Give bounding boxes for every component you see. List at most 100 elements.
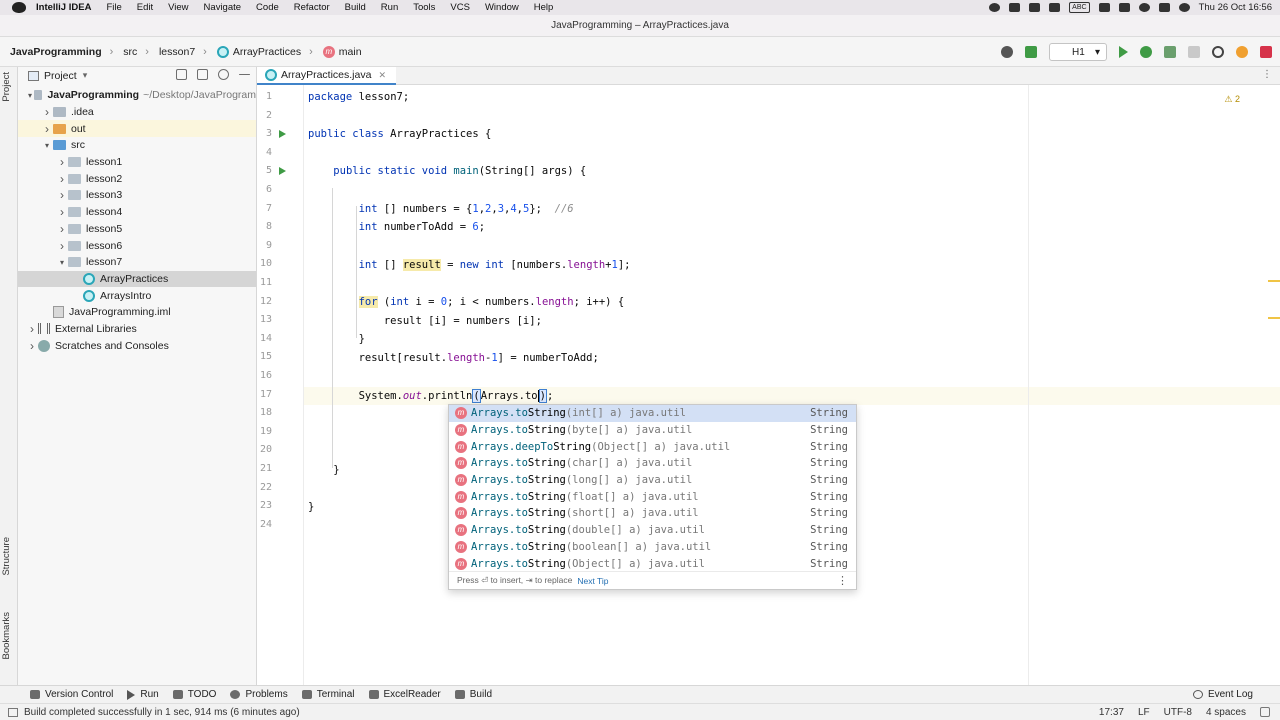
warnings-indicator[interactable]: ⚠ 2 <box>1224 94 1240 105</box>
menu-help[interactable]: Help <box>534 2 554 13</box>
menu-build[interactable]: Build <box>345 2 366 13</box>
lock-icon[interactable] <box>1260 707 1270 717</box>
spotlight-icon[interactable] <box>1138 3 1150 12</box>
tab-array-practices[interactable]: ArrayPractices.java ✕ <box>257 67 396 85</box>
status-message[interactable]: Build completed successfully in 1 sec, 9… <box>8 707 300 718</box>
breadcrumb-project[interactable]: JavaProgramming <box>10 46 102 58</box>
tree-item[interactable]: › lesson5 <box>18 221 256 238</box>
apple-icon[interactable] <box>12 2 26 13</box>
coverage-icon[interactable] <box>1164 46 1176 58</box>
warning-mark[interactable] <box>1268 317 1280 319</box>
control-center-icon[interactable] <box>1158 3 1170 12</box>
next-tip-link[interactable]: Next Tip <box>577 576 608 586</box>
bluetooth-icon[interactable] <box>1098 3 1110 12</box>
breadcrumb-method[interactable]: m main <box>322 45 362 58</box>
tool-excel-reader[interactable]: ExcelReader <box>368 689 441 700</box>
code-editor[interactable]: package lesson7; public class ArrayPract… <box>304 85 1280 685</box>
chevron-right-icon[interactable]: › <box>56 239 68 253</box>
tree-item[interactable]: › External Libraries <box>18 321 256 338</box>
user-icon[interactable] <box>1001 46 1013 58</box>
breadcrumb-class[interactable]: ArrayPractices <box>216 45 301 58</box>
tree-item[interactable]: JavaProgramming.iml <box>18 304 256 321</box>
tool-build[interactable]: Build <box>454 689 492 700</box>
tab-list-icon[interactable]: ⋮ <box>1262 69 1272 80</box>
completion-item[interactable]: m Arrays. deepTo String (Object[] a) java.ut… <box>449 438 856 455</box>
stop-icon[interactable] <box>1188 46 1200 58</box>
warning-mark[interactable] <box>1268 280 1280 282</box>
indent-setting[interactable]: 4 spaces <box>1206 707 1246 718</box>
chevron-right-icon[interactable]: › <box>56 188 68 202</box>
completion-item[interactable]: m Arrays. to String (boolean[] a) java.util S… <box>449 539 856 556</box>
close-icon[interactable]: ✕ <box>378 70 386 81</box>
completion-item[interactable]: m Arrays. to String (double[] a) java.util St… <box>449 522 856 539</box>
debug-icon[interactable] <box>1140 46 1152 58</box>
tool-event-log[interactable]: Event Log <box>1192 689 1253 700</box>
caret-position[interactable]: 17:37 <box>1099 707 1124 718</box>
chevron-right-icon[interactable]: › <box>41 105 53 119</box>
tool-version-control[interactable]: Version Control <box>30 689 113 700</box>
tool-todo[interactable]: TODO <box>172 689 216 700</box>
tree-item[interactable]: › lesson4 <box>18 204 256 221</box>
run-main-icon[interactable] <box>279 167 286 175</box>
completion-item[interactable]: m Arrays. to String (short[] a) java.util Str… <box>449 505 856 522</box>
chevron-right-icon[interactable]: › <box>41 122 53 136</box>
project-tool-button[interactable]: Project <box>1 72 12 102</box>
jetbrains-icon[interactable] <box>1260 46 1272 58</box>
menu-navigate[interactable]: Navigate <box>204 2 242 13</box>
completion-item[interactable]: m Arrays. to String (byte[] a) java.util Stri… <box>449 422 856 439</box>
completion-item[interactable]: m Arrays. to String (char[] a) java.util Stri… <box>449 455 856 472</box>
menu-run[interactable]: Run <box>381 2 398 13</box>
tree-item[interactable]: ArraysIntro <box>18 287 256 304</box>
file-encoding[interactable]: UTF-8 <box>1164 707 1192 718</box>
wifi-icon[interactable] <box>1118 3 1130 12</box>
breadcrumb-src[interactable]: src <box>123 46 137 58</box>
tree-item[interactable]: ▾ lesson7 <box>18 254 256 271</box>
menu-tools[interactable]: Tools <box>413 2 435 13</box>
tree-item[interactable]: › lesson3 <box>18 187 256 204</box>
more-options-icon[interactable]: ⋮ <box>837 574 848 587</box>
chevron-down-icon[interactable]: ▾ <box>56 258 68 267</box>
chevron-down-icon[interactable]: ▾ <box>83 70 88 81</box>
battery-icon[interactable] <box>1049 3 1061 12</box>
tree-item[interactable]: ▾ JavaProgramming ~/Desktop/JavaProgram <box>18 87 256 104</box>
tree-item[interactable]: › lesson1 <box>18 154 256 171</box>
run-icon[interactable] <box>1119 46 1128 58</box>
collapse-all-icon[interactable] <box>176 69 187 80</box>
tree-item[interactable]: › out <box>18 120 256 138</box>
completion-item[interactable]: m Arrays. to String (Object[] a) java.util St… <box>449 555 856 572</box>
siri-icon[interactable] <box>1178 3 1190 12</box>
chevron-right-icon[interactable]: › <box>56 222 68 236</box>
structure-tool-button[interactable]: Structure <box>1 537 12 576</box>
completion-item[interactable]: m Arrays. to String (int[] a) java.util Strin… <box>449 405 856 422</box>
menu-code[interactable]: Code <box>256 2 279 13</box>
chevron-right-icon[interactable]: › <box>26 339 38 353</box>
update-icon[interactable] <box>1236 46 1248 58</box>
tree-item[interactable]: › Scratches and Consoles <box>18 337 256 354</box>
completion-item[interactable]: m Arrays. to String (long[] a) java.util Stri… <box>449 472 856 489</box>
input-source[interactable]: ABC <box>1069 2 1090 13</box>
tree-item[interactable]: ▾ src <box>18 137 256 154</box>
tool-terminal[interactable]: Terminal <box>301 689 355 700</box>
menu-view[interactable]: View <box>168 2 188 13</box>
menu-vcs[interactable]: VCS <box>450 2 470 13</box>
line-separator[interactable]: LF <box>1138 707 1150 718</box>
dropbox-icon[interactable] <box>1009 3 1021 12</box>
completion-item[interactable]: m Arrays. to String (float[] a) java.util Str… <box>449 488 856 505</box>
gear-icon[interactable] <box>218 69 229 80</box>
chevron-down-icon[interactable]: ▾ <box>41 141 53 150</box>
menu-file[interactable]: File <box>106 2 121 13</box>
hammer-icon[interactable] <box>1025 46 1037 58</box>
tree-item[interactable]: ArrayPractices <box>18 270 256 288</box>
bookmarks-tool-button[interactable]: Bookmarks <box>1 612 12 660</box>
chevron-down-icon[interactable]: ▾ <box>26 91 34 100</box>
tree-item[interactable]: › .idea <box>18 104 256 121</box>
chevron-right-icon[interactable]: › <box>26 322 38 336</box>
project-panel-title[interactable]: Project <box>44 70 77 82</box>
menubar-clock[interactable]: Thu 26 Oct 16:56 <box>1199 2 1272 13</box>
record-icon[interactable] <box>989 3 1001 12</box>
breadcrumb-lesson7[interactable]: lesson7 <box>159 46 195 58</box>
menu-window[interactable]: Window <box>485 2 519 13</box>
menu-edit[interactable]: Edit <box>137 2 153 13</box>
hide-icon[interactable] <box>239 74 250 75</box>
chevron-right-icon[interactable]: › <box>56 155 68 169</box>
